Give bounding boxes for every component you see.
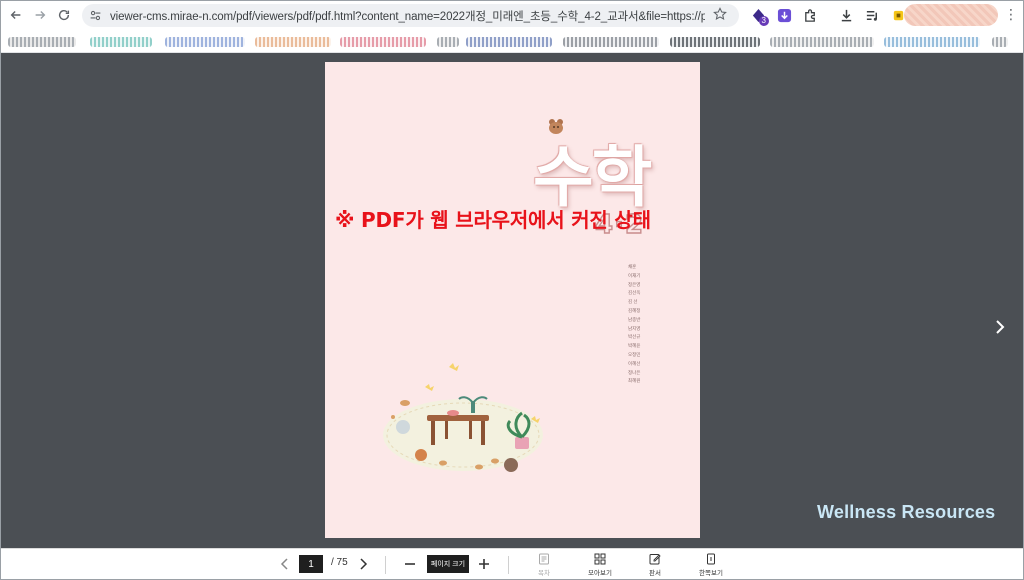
download-icon[interactable] bbox=[836, 6, 856, 26]
author-list: 채훈 이재기 정은영 김선옥 김 선 김혜정 남종반 남지영 박선규 박혜윤 오… bbox=[628, 263, 650, 386]
grid-view-label: 모아보기 bbox=[588, 570, 612, 577]
author-name: 최혜원 bbox=[628, 378, 641, 384]
pen-icon bbox=[649, 554, 661, 565]
bookmark-item[interactable] bbox=[992, 37, 1008, 47]
single-page-button[interactable]: 한쪽보기 bbox=[691, 552, 731, 578]
media-queue-icon[interactable] bbox=[862, 6, 882, 26]
author-name: 박혜윤 bbox=[628, 343, 641, 349]
browser-toolbar: viewer-cms.mirae-n.com/pdf/viewers/pdf/p… bbox=[0, 0, 1024, 31]
page-total: / 75 bbox=[331, 557, 348, 568]
forward-icon[interactable] bbox=[28, 3, 52, 27]
bookmark-item[interactable] bbox=[563, 37, 659, 47]
profile-button[interactable] bbox=[904, 4, 998, 26]
download-manager-icon[interactable] bbox=[774, 6, 794, 26]
bookmark-star-icon[interactable] bbox=[713, 7, 729, 23]
author-name: 채훈 bbox=[628, 264, 637, 269]
extension-badge: 3 bbox=[758, 15, 769, 26]
next-page-icon[interactable] bbox=[356, 555, 370, 573]
bookmark-item[interactable] bbox=[165, 37, 245, 47]
grid-view-button[interactable]: 모아보기 bbox=[580, 552, 620, 578]
annotate-button[interactable]: 판서 bbox=[635, 552, 675, 578]
single-page-label: 한쪽보기 bbox=[699, 570, 723, 577]
author-name: 이재기 bbox=[628, 272, 641, 278]
single-page-icon bbox=[707, 553, 715, 565]
author-name: 박선규 bbox=[628, 334, 641, 340]
bookmark-item[interactable] bbox=[8, 37, 76, 47]
bookmark-item[interactable] bbox=[90, 37, 152, 47]
browser-menu-icon[interactable]: ⋮ bbox=[1004, 7, 1018, 21]
pdf-toolbar: 1 / 75 페이지 크기 목차 모아보기 판서 한쪽보기 bbox=[0, 548, 1024, 580]
bookmark-item[interactable] bbox=[670, 37, 760, 47]
annotation-note: ※ PDF가 웹 브라우저에서 커진 상태 bbox=[335, 208, 651, 232]
pdf-page: 수학 4·2 채훈 이재기 정은영 김선옥 김 선 김혜정 남종반 남지영 박선… bbox=[325, 62, 700, 538]
bookmarks-bar bbox=[0, 31, 1024, 53]
author-name: 남종반 bbox=[628, 316, 641, 322]
site-info-icon[interactable] bbox=[86, 7, 104, 25]
pdf-viewer: 수학 4·2 채훈 이재기 정은영 김선옥 김 선 김혜정 남종반 남지영 박선… bbox=[0, 53, 1024, 548]
author-name: 정나은 bbox=[628, 369, 641, 375]
bookmark-item[interactable] bbox=[884, 37, 980, 47]
annotate-label: 판서 bbox=[649, 570, 661, 577]
extension-purple-icon[interactable]: 3 bbox=[748, 6, 769, 26]
picnic-illustration bbox=[383, 363, 543, 472]
author-name: 이혜선 bbox=[628, 360, 641, 366]
grid-icon bbox=[594, 553, 606, 565]
bookmark-item[interactable] bbox=[340, 37, 426, 47]
author-name: 김혜정 bbox=[628, 307, 641, 313]
zoom-in-icon[interactable] bbox=[476, 554, 492, 574]
address-bar[interactable]: viewer-cms.mirae-n.com/pdf/viewers/pdf/p… bbox=[82, 4, 739, 27]
back-icon[interactable] bbox=[4, 3, 28, 27]
puzzle-icon[interactable] bbox=[800, 6, 820, 26]
author-name: 남지영 bbox=[628, 325, 641, 331]
toc-icon bbox=[539, 553, 549, 565]
extensions-area: 3 bbox=[748, 4, 908, 27]
bookmark-item[interactable] bbox=[466, 37, 552, 47]
zoom-select[interactable]: 페이지 크기 bbox=[427, 555, 469, 573]
zoom-out-icon[interactable] bbox=[402, 554, 418, 574]
watermark-text: Wellness Resources bbox=[817, 502, 996, 522]
prev-page-icon[interactable] bbox=[278, 555, 292, 573]
toc-label: 목차 bbox=[538, 570, 550, 577]
page-number-input[interactable]: 1 bbox=[299, 555, 323, 573]
url-text[interactable]: viewer-cms.mirae-n.com/pdf/viewers/pdf/p… bbox=[110, 8, 705, 24]
author-name: 오정민 bbox=[628, 351, 641, 357]
reload-icon[interactable] bbox=[52, 3, 76, 27]
bookmark-item[interactable] bbox=[255, 37, 331, 47]
next-page-arrow-icon[interactable] bbox=[992, 317, 1008, 337]
author-name: 김 선 bbox=[628, 299, 638, 305]
author-name: 김선옥 bbox=[628, 290, 641, 296]
bookmark-item[interactable] bbox=[437, 37, 459, 47]
author-name: 정은영 bbox=[628, 281, 641, 287]
bookmark-item[interactable] bbox=[770, 37, 874, 47]
toc-button[interactable]: 목차 bbox=[524, 552, 564, 578]
